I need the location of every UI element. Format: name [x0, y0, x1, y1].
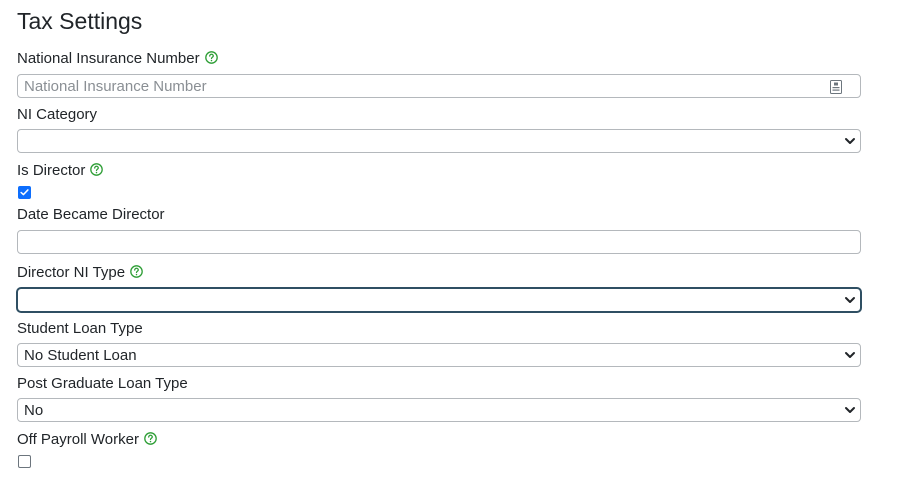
help-icon[interactable] [90, 163, 104, 176]
date-became-director-label: Date Became Director [17, 205, 165, 225]
tax-settings-page: Tax Settings National Insurance Number N… [0, 0, 907, 478]
post-graduate-loan-type-select[interactable]: No [17, 398, 861, 422]
ni-number-label-text: National Insurance Number [17, 50, 200, 67]
help-icon[interactable] [204, 51, 218, 64]
student-loan-type-label-text: Student Loan Type [17, 320, 143, 337]
post-graduate-loan-type-value: No [24, 401, 44, 419]
ni-number-label: National Insurance Number [17, 49, 218, 69]
ni-number-input[interactable]: National Insurance Number [17, 74, 861, 98]
director-ni-type-select[interactable] [17, 288, 861, 312]
contact-card-icon[interactable] [830, 80, 842, 94]
director-ni-type-label: Director NI Type [17, 263, 143, 283]
student-loan-type-value: No Student Loan [24, 346, 137, 364]
help-icon[interactable] [130, 265, 143, 278]
chevron-down-icon [845, 138, 855, 144]
chevron-down-icon [845, 407, 855, 413]
off-payroll-worker-label-text: Off Payroll Worker [17, 431, 139, 448]
off-payroll-worker-checkbox[interactable] [18, 455, 31, 468]
student-loan-type-label: Student Loan Type [17, 319, 143, 339]
is-director-label-text: Is Director [17, 162, 86, 179]
checkmark-icon [20, 189, 29, 196]
date-became-director-label-text: Date Became Director [17, 206, 165, 223]
help-icon[interactable] [144, 432, 157, 445]
ni-category-label: NI Category [17, 105, 97, 125]
is-director-label: Is Director [17, 161, 104, 181]
student-loan-type-select[interactable]: No Student Loan [17, 343, 861, 367]
chevron-down-icon [845, 297, 855, 303]
director-ni-type-label-text: Director NI Type [17, 264, 126, 281]
chevron-down-icon [845, 352, 855, 358]
ni-category-select[interactable] [17, 129, 861, 153]
ni-number-placeholder: National Insurance Number [24, 77, 207, 95]
post-graduate-loan-type-label: Post Graduate Loan Type [17, 374, 188, 394]
post-graduate-loan-type-label-text: Post Graduate Loan Type [17, 375, 188, 392]
off-payroll-worker-label: Off Payroll Worker [17, 430, 157, 450]
is-director-checkbox[interactable] [18, 186, 31, 199]
date-became-director-input[interactable] [17, 230, 861, 254]
ni-category-label-text: NI Category [17, 106, 98, 123]
page-title: Tax Settings [17, 8, 143, 34]
